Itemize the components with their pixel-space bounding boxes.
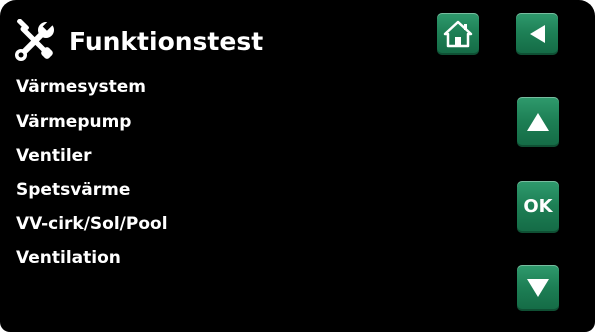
screen: Funktionstest Värmesystem Värmepump Vent… bbox=[0, 0, 595, 332]
scroll-up-button[interactable] bbox=[517, 97, 559, 147]
down-arrow-icon bbox=[525, 277, 551, 299]
ok-button-label: OK bbox=[523, 196, 553, 217]
ok-button[interactable]: OK bbox=[517, 181, 559, 233]
back-button[interactable] bbox=[516, 13, 558, 55]
menu-item-vv-cirk-sol-pool[interactable]: VV-cirk/Sol/Pool bbox=[16, 212, 168, 236]
tools-icon bbox=[13, 18, 57, 63]
home-icon bbox=[443, 20, 473, 48]
menu-item-varmesystem[interactable]: Värmesystem bbox=[16, 75, 146, 99]
menu-item-varmepump[interactable]: Värmepump bbox=[16, 110, 131, 134]
menu-item-ventiler[interactable]: Ventiler bbox=[16, 144, 92, 168]
scroll-down-button[interactable] bbox=[517, 265, 559, 311]
up-arrow-icon bbox=[525, 111, 551, 133]
menu-item-spetsvarme[interactable]: Spetsvärme bbox=[16, 178, 130, 202]
back-arrow-icon bbox=[525, 22, 549, 46]
menu-item-ventilation[interactable]: Ventilation bbox=[16, 246, 121, 270]
home-button[interactable] bbox=[437, 13, 479, 55]
page-title: Funktionstest bbox=[69, 27, 264, 56]
